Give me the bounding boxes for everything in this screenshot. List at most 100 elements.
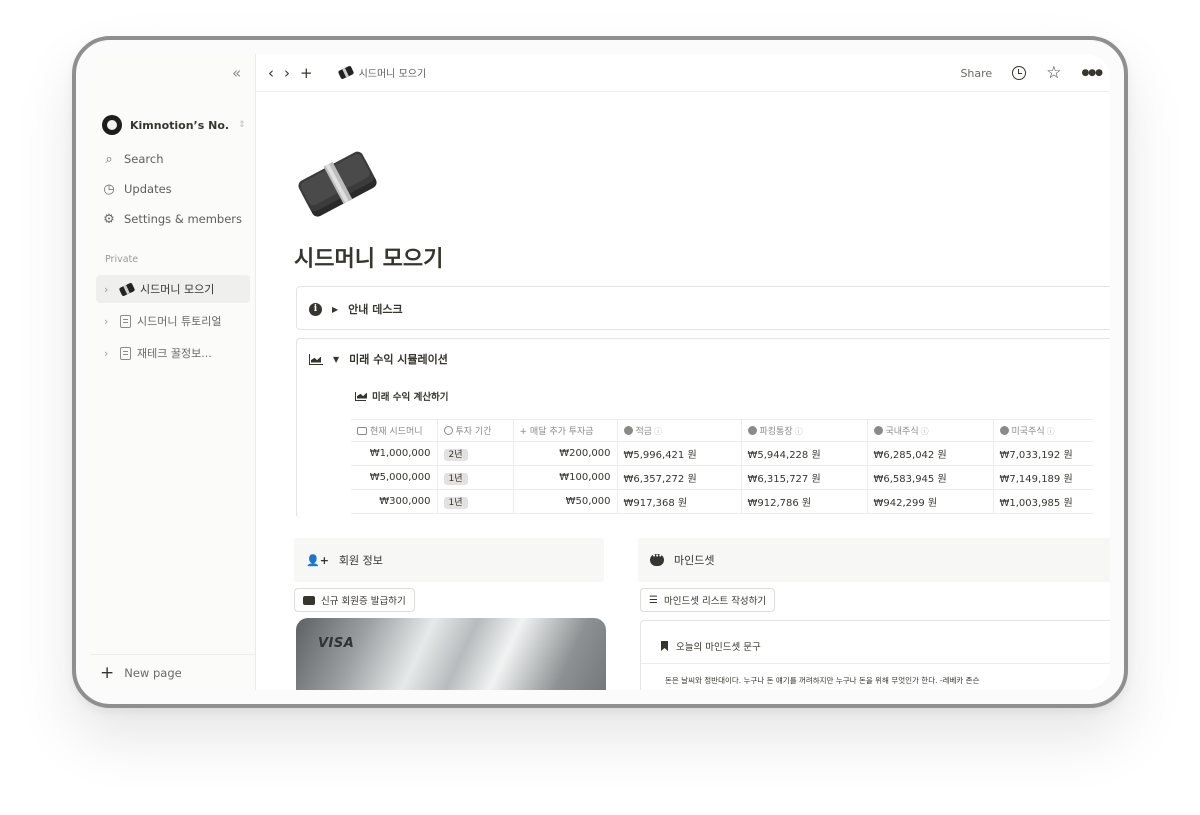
breadcrumb[interactable]: 시드머니 모으기: [337, 65, 427, 80]
info-icon: ⓘ: [920, 427, 929, 436]
table-cell[interactable]: 2년: [437, 441, 514, 466]
sidebar-page-finance-tips[interactable]: › 재테크 꿀정보...: [96, 339, 250, 367]
toggle-info-desk[interactable]: i ▶ 안내 데스크: [296, 286, 1110, 330]
column-header[interactable]: 적금 ⓘ: [617, 419, 742, 442]
info-icon: ⓘ: [654, 427, 663, 436]
search-icon: ⌕: [105, 151, 113, 167]
device-frame: « Kimnotion’s No... ⇕ ⌕ Search ◷ Updates…: [72, 36, 1128, 708]
database-title-label: 미래 수익 계산하기: [372, 392, 449, 403]
table-cell[interactable]: ₩200,000: [513, 441, 618, 466]
sidebar-page-tutorial[interactable]: › 시드머니 튜토리얼: [96, 307, 250, 335]
app-window: « Kimnotion’s No... ⇕ ⌕ Search ◷ Updates…: [90, 54, 1110, 690]
gear-icon: ⚙: [103, 211, 115, 227]
table-cell[interactable]: ₩5,996,421 원: [617, 441, 742, 466]
collapse-sidebar-icon[interactable]: «: [232, 64, 241, 82]
area-chart-icon: [355, 391, 366, 401]
period-tag: 2년: [443, 449, 468, 461]
table-row[interactable]: ₩300,000 1년 ₩50,000 ₩917,368 원 ₩912,786 …: [351, 489, 1093, 514]
new-page-label: New page: [124, 665, 182, 680]
sidebar-item-settings[interactable]: ⚙ Settings & members: [102, 209, 242, 229]
issue-member-card-button[interactable]: 신규 회원증 발급하기: [294, 588, 415, 612]
chevron-right-icon[interactable]: ›: [104, 315, 114, 328]
sidebar-item-label: Settings & members: [124, 212, 243, 226]
money-stack-icon: [118, 281, 136, 297]
sidebar-item-search[interactable]: ⌕ Search: [102, 149, 164, 169]
forward-icon[interactable]: ›: [284, 64, 290, 82]
table-header-row: 현재 시드머니 투자 기간 + 매달 추가 투자금 적금 ⓘ 파킹통장 ⓘ 국내주식…: [351, 419, 1093, 442]
chevron-right-icon[interactable]: ›: [104, 283, 114, 296]
back-icon[interactable]: ‹: [268, 64, 274, 82]
table-cell[interactable]: ₩100,000: [513, 465, 618, 490]
table-cell[interactable]: ₩6,583,945 원: [867, 465, 994, 490]
column-header[interactable]: 파킹통장 ⓘ: [741, 419, 868, 442]
new-page-button[interactable]: + New page: [90, 654, 256, 690]
table-cell[interactable]: ₩912,786 원: [741, 489, 868, 514]
sidebar-page-label: 재테크 꿀정보...: [137, 347, 212, 360]
select-icon: [443, 426, 453, 435]
column-header[interactable]: 현재 시드머니: [351, 419, 438, 442]
column-header[interactable]: 국내주식 ⓘ: [867, 419, 994, 442]
chat-bubble-icon: [650, 552, 664, 566]
table-cell[interactable]: ₩1,000,000: [351, 441, 438, 466]
formula-icon: [747, 426, 757, 435]
share-button[interactable]: Share: [960, 67, 992, 80]
triangle-down-icon[interactable]: ▼: [333, 355, 339, 364]
workspace-switcher[interactable]: Kimnotion’s No... ⇕: [102, 114, 252, 136]
table-cell[interactable]: ₩917,368 원: [617, 489, 742, 514]
formula-icon: [999, 426, 1009, 435]
area-chart-icon: [309, 353, 323, 365]
star-icon[interactable]: ☆: [1046, 64, 1061, 82]
database-title[interactable]: 미래 수익 계산하기: [355, 389, 449, 403]
table-cell[interactable]: 1년: [437, 465, 514, 490]
table-cell[interactable]: ₩6,315,727 원: [741, 465, 868, 490]
id-card-icon: [303, 595, 315, 605]
triangle-right-icon[interactable]: ▶: [332, 305, 338, 314]
write-mindset-list-button[interactable]: ☰ 마인드셋 리스트 작성하기: [640, 588, 776, 612]
quote-text: 돈은 날씨와 정반대이다. 누구나 돈 얘기를 꺼려하지만 누구나 돈을 위해 …: [665, 676, 980, 685]
table-cell[interactable]: ₩7,033,192 원: [993, 441, 1093, 466]
table-cell[interactable]: ₩5,000,000: [351, 465, 438, 490]
button-label: 신규 회원증 발급하기: [321, 596, 406, 607]
membership-card-image: VISA: [296, 618, 606, 690]
table-cell[interactable]: ₩50,000: [513, 489, 618, 514]
heading-label: 마인드셋: [674, 554, 715, 567]
sidebar-page-label: 시드머니 튜토리얼: [137, 315, 222, 328]
toggle-future-simulation[interactable]: ▼ 미래 수익 시뮬레이션 미래 수익 계산하기 현재 시드머니 투자 기간 +…: [296, 338, 1110, 518]
money-stack-icon: [337, 65, 354, 80]
more-icon[interactable]: ●●●: [1081, 68, 1103, 78]
table-cell[interactable]: ₩1,003,985 원: [993, 489, 1093, 514]
money-icon: [357, 427, 367, 435]
quote-title: 오늘의 마인드셋 문구: [676, 642, 761, 653]
history-icon[interactable]: [1012, 66, 1027, 80]
sidebar-item-label: Search: [124, 152, 164, 166]
column-header[interactable]: 투자 기간: [437, 419, 514, 442]
chevron-right-icon[interactable]: ›: [104, 347, 114, 360]
table-cell[interactable]: ₩942,299 원: [867, 489, 994, 514]
table-cell[interactable]: ₩300,000: [351, 489, 438, 514]
period-tag: 1년: [443, 497, 468, 509]
column-header[interactable]: 미국주식 ⓘ: [993, 419, 1093, 442]
plus-icon: +: [519, 427, 530, 437]
formula-icon: [623, 426, 633, 435]
money-stack-icon[interactable]: [288, 130, 388, 230]
table-row[interactable]: ₩5,000,000 1년 ₩100,000 ₩6,357,272 원 ₩6,3…: [351, 465, 1093, 490]
edit-list-icon: ☰: [649, 594, 658, 606]
table-cell[interactable]: ₩7,149,189 원: [993, 465, 1093, 490]
mindset-quote-card[interactable]: 오늘의 마인드셋 문구 돈은 날씨와 정반대이다. 누구나 돈 얘기를 꺼려하지…: [640, 620, 1110, 690]
table-cell[interactable]: 1년: [437, 489, 514, 514]
visa-logo: VISA: [318, 636, 355, 651]
breadcrumb-label: 시드머니 모으기: [358, 69, 427, 80]
topbar: ‹ › + 시드머니 모으기 Share ☆ ●●●: [256, 54, 1110, 92]
table-cell[interactable]: ₩5,944,228 원: [741, 441, 868, 466]
sidebar-page-seed-money[interactable]: › 시드머니 모으기: [96, 275, 250, 303]
mindset-heading: 마인드셋: [638, 538, 1110, 582]
button-label: 마인드셋 리스트 작성하기: [663, 596, 767, 607]
table-row[interactable]: ₩1,000,000 2년 ₩200,000 ₩5,996,421 원 ₩5,9…: [351, 441, 1093, 466]
sidebar-item-updates[interactable]: ◷ Updates: [102, 179, 171, 199]
plus-icon[interactable]: +: [300, 64, 313, 82]
table-cell[interactable]: ₩6,357,272 원: [617, 465, 742, 490]
toggle-label: 안내 데스크: [348, 303, 403, 316]
column-header[interactable]: + 매달 추가 투자금: [513, 419, 618, 442]
table-cell[interactable]: ₩6,285,042 원: [867, 441, 994, 466]
toggle-label: 미래 수익 시뮬레이션: [349, 353, 448, 366]
